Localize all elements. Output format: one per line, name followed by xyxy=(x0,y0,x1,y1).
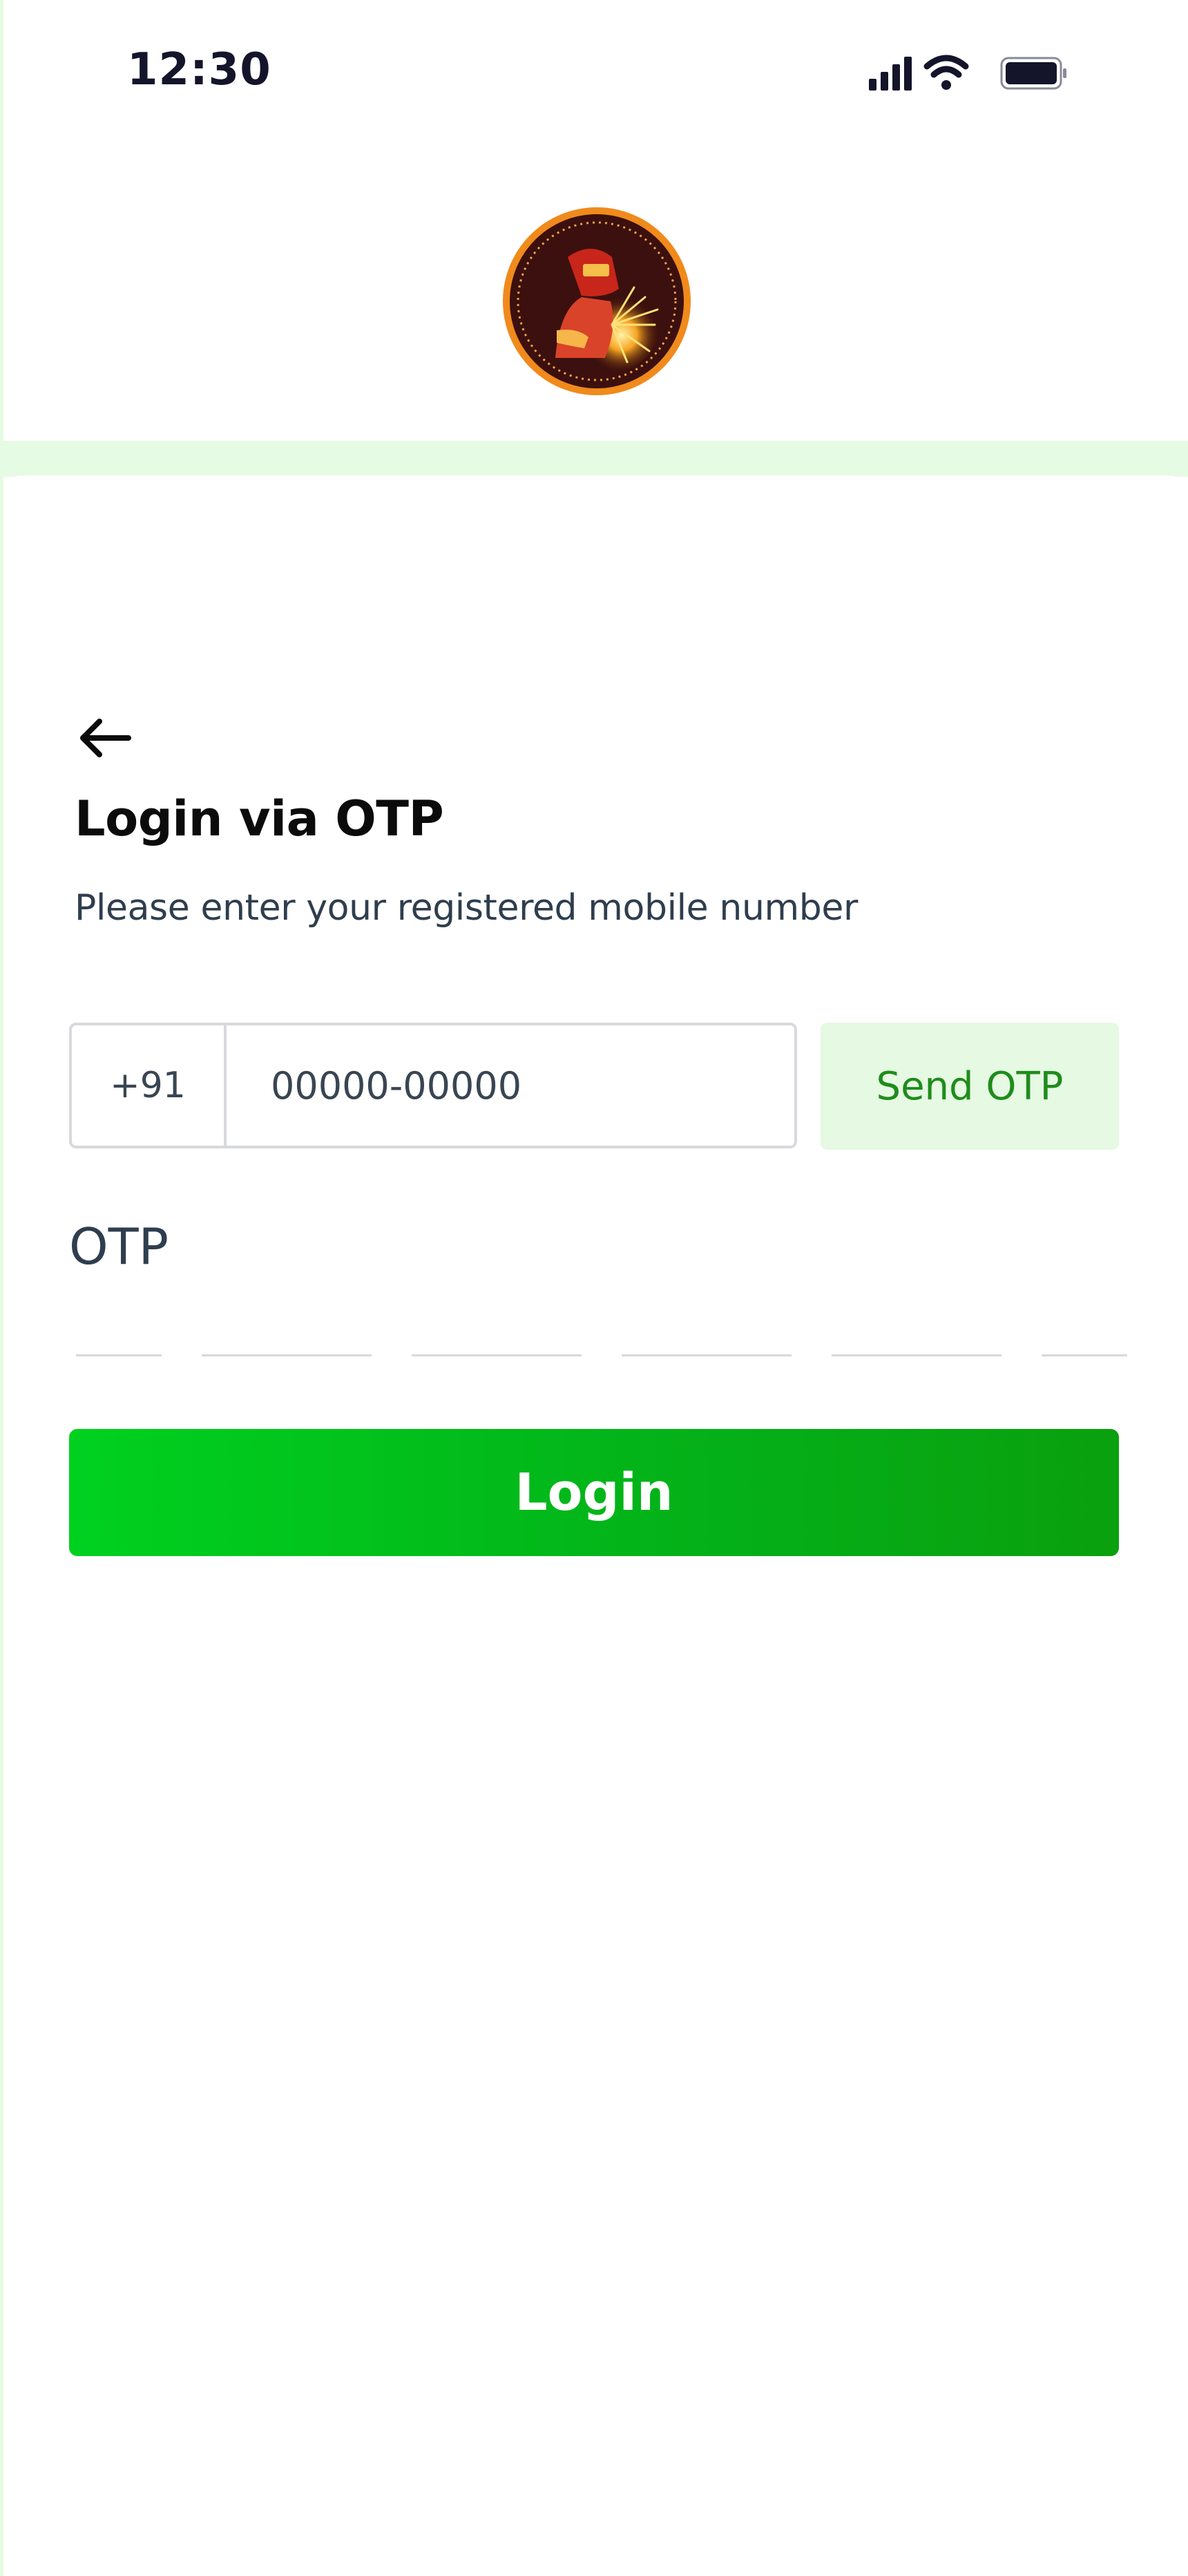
status-bar: 12:30 xyxy=(0,0,1188,145)
login-button[interactable]: Login xyxy=(69,1429,1119,1556)
send-otp-button[interactable]: Send OTP xyxy=(821,1023,1119,1150)
country-code-selector[interactable]: +91 xyxy=(72,1025,227,1146)
wifi-icon xyxy=(923,55,969,90)
page-title: Login via OTP xyxy=(75,790,444,847)
otp-label: OTP xyxy=(69,1218,169,1276)
otp-input-row xyxy=(0,1313,1188,1361)
otp-digit-5[interactable] xyxy=(832,1313,1002,1356)
phone-field: +91 xyxy=(69,1023,797,1148)
page-subtitle: Please enter your registered mobile numb… xyxy=(75,887,858,929)
otp-digit-3[interactable] xyxy=(412,1313,582,1356)
battery-icon xyxy=(1000,57,1066,90)
otp-digit-1[interactable] xyxy=(76,1313,162,1356)
arrow-left-icon[interactable] xyxy=(72,709,138,767)
otp-digit-6[interactable] xyxy=(1042,1313,1127,1356)
status-time: 12:30 xyxy=(127,44,271,95)
welder-logo xyxy=(503,207,691,395)
otp-digit-4[interactable] xyxy=(622,1313,792,1356)
otp-digit-2[interactable] xyxy=(202,1313,372,1356)
header-divider-band xyxy=(0,441,1188,477)
phone-number-input[interactable] xyxy=(227,1025,794,1146)
status-icons xyxy=(869,55,1066,91)
signal-icon xyxy=(869,57,912,91)
